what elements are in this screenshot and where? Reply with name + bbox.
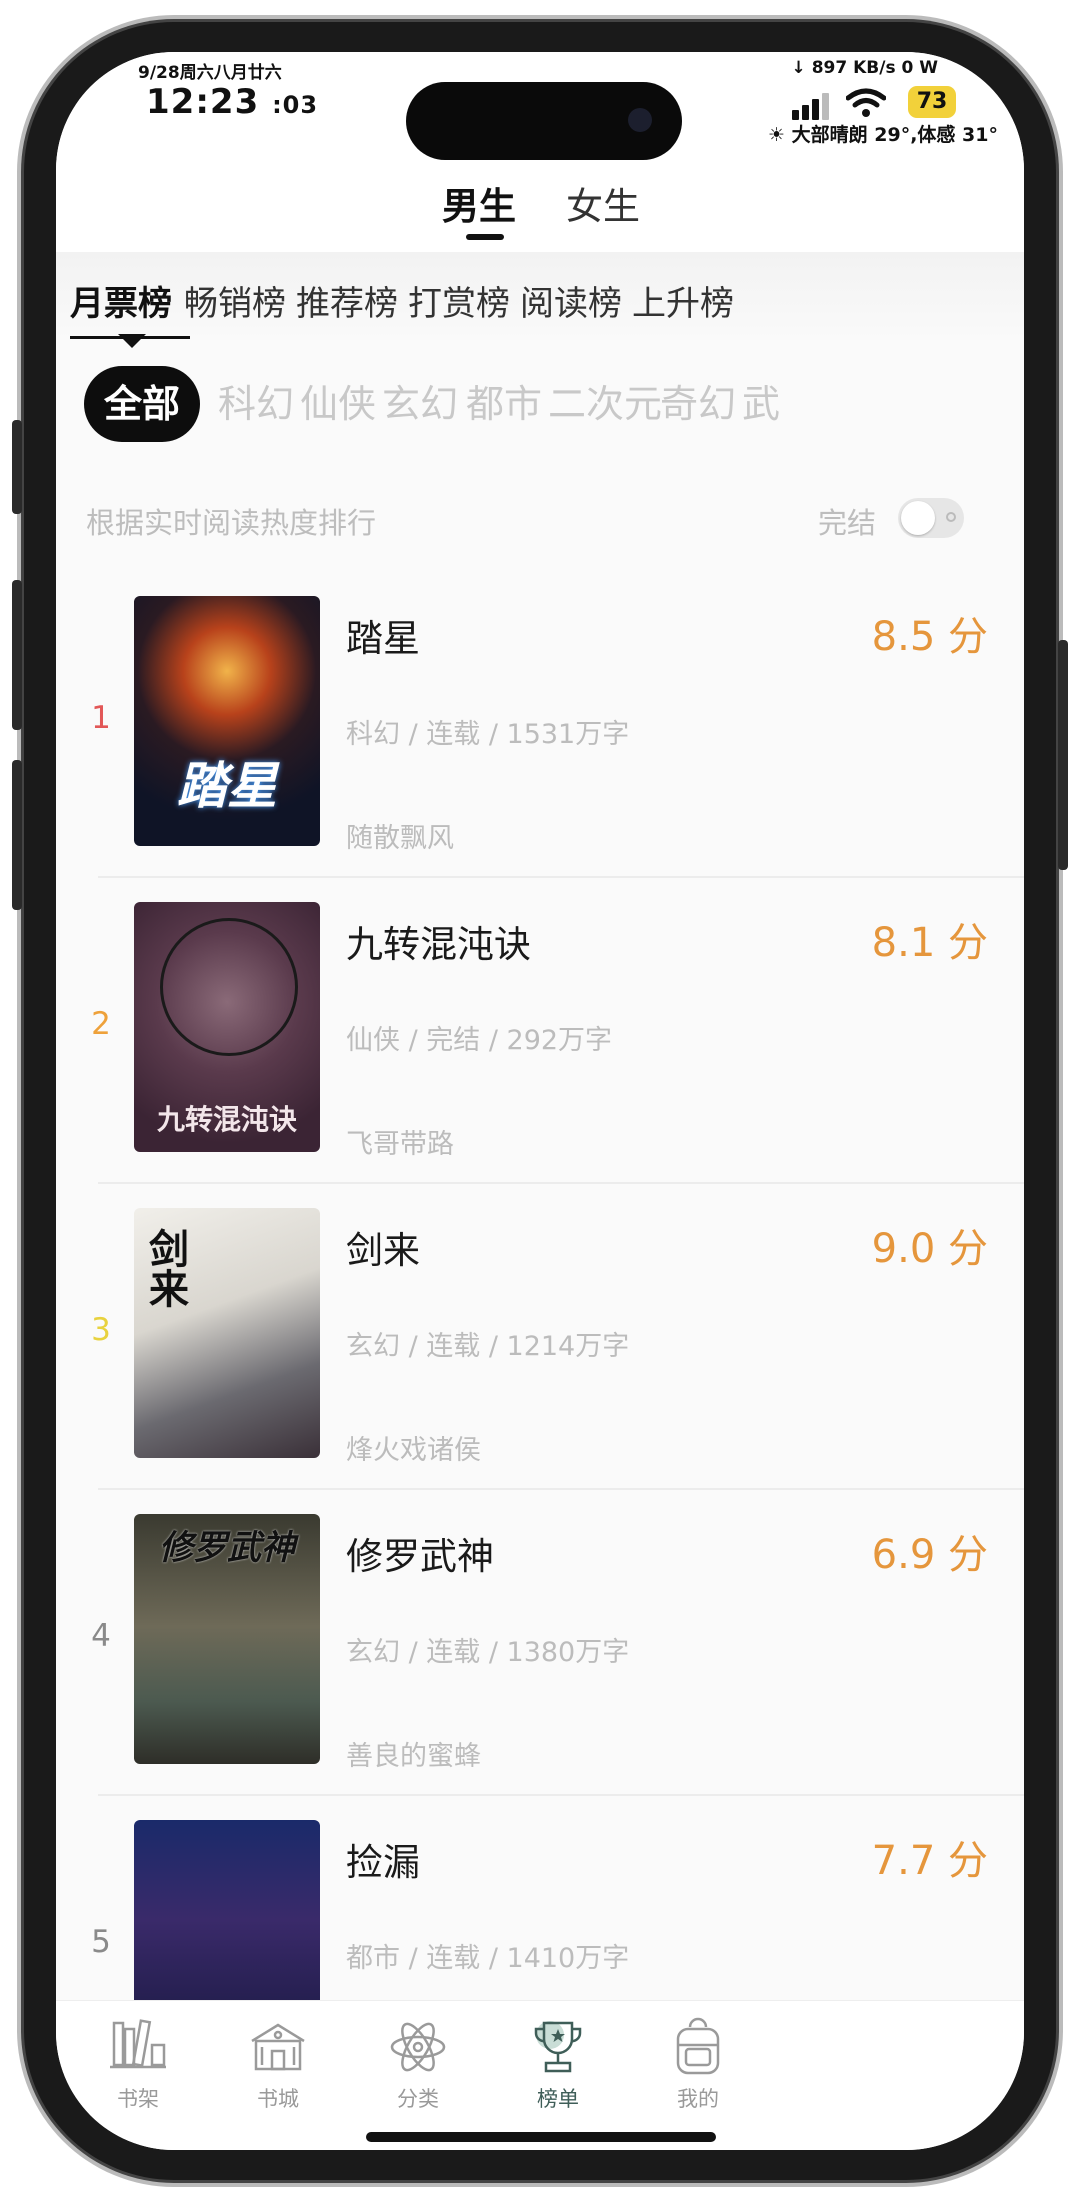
book-title: 修罗武神 <box>346 1535 494 1578</box>
book-cover[interactable] <box>134 1820 320 2002</box>
trophy-icon <box>534 2021 582 2073</box>
book-cover[interactable]: 九转混沌诀 <box>134 902 320 1152</box>
tab-tipping[interactable]: 打赏榜 <box>408 276 510 325</box>
tab-monthly-ticket[interactable]: 月票榜 <box>70 276 172 325</box>
signal-icon <box>792 92 832 120</box>
list-item[interactable]: 4 修罗武神 修罗武神 玄幻 / 连载 / 1380万字 善良的蜜蜂 6.9 分 <box>56 1490 1024 1796</box>
nav-bookshelf[interactable]: 书架 <box>68 2015 208 2113</box>
chip-xianxia[interactable]: 仙侠 <box>300 366 376 442</box>
chip-all[interactable]: 全部 <box>84 366 200 442</box>
status-date: 9/28周六八月廿六 <box>138 63 282 83</box>
tab-female[interactable]: 女生 <box>566 176 640 230</box>
book-cover[interactable]: 踏星 <box>134 596 320 846</box>
gender-tab-indicator <box>466 234 504 240</box>
book-score: 6.9 分 <box>871 1532 988 1578</box>
book-title: 踏星 <box>346 617 420 660</box>
battery-icon: 73 <box>908 86 956 118</box>
dynamic-island <box>406 82 682 160</box>
book-author: 飞哥带路 <box>346 1129 454 1160</box>
weather-text: ☀ 大部晴朗 29°,体感 31° <box>768 124 998 146</box>
book-author: 善良的蜜蜂 <box>346 1741 481 1772</box>
chip-fantasy[interactable]: 奇幻 <box>660 366 736 442</box>
book-meta: 玄幻 / 连载 / 1380万字 <box>346 1637 630 1668</box>
net-speed: ↓ 897 KB/s 0 W <box>791 58 938 78</box>
list-item[interactable]: 1 踏星 踏星 科幻 / 连载 / 1531万字 随散飘风 8.5 分 <box>56 572 1024 878</box>
list-item[interactable]: 2 九转混沌诀 九转混沌诀 仙侠 / 完结 / 292万字 飞哥带路 8.1 分 <box>56 878 1024 1184</box>
book-meta: 都市 / 连载 / 1410万字 <box>346 1943 630 1974</box>
book-score: 8.5 分 <box>871 614 988 660</box>
camera-icon <box>628 108 652 132</box>
book-author: 随散飘风 <box>346 823 454 854</box>
chip-acg[interactable]: 二次元 <box>548 366 662 442</box>
book-author: 烽火戏诸侯 <box>346 1435 481 1466</box>
rank-tab-caret-icon <box>118 334 146 348</box>
list-item[interactable]: 3 剑来 剑来 玄幻 / 连载 / 1214万字 烽火戏诸侯 9.0 分 <box>56 1184 1024 1490</box>
nav-label: 书城 <box>257 2087 299 2111</box>
tab-rising[interactable]: 上升榜 <box>632 276 734 325</box>
nav-profile[interactable]: 我的 <box>628 2015 768 2113</box>
toggle-knob <box>901 501 935 535</box>
rank-number: 1 <box>91 700 111 736</box>
atom-icon <box>390 2022 446 2072</box>
tab-male[interactable]: 男生 <box>442 176 516 230</box>
volume-down-button <box>12 760 22 910</box>
nav-label: 我的 <box>677 2087 719 2111</box>
rank-number: 5 <box>91 1924 111 1960</box>
status-time: 12:23 :03 <box>146 82 319 122</box>
cover-title: 剑来 <box>142 1228 189 1308</box>
book-title: 剑来 <box>346 1229 420 1272</box>
nav-ranking[interactable]: 榜单 <box>488 2015 628 2113</box>
tab-bestseller[interactable]: 畅销榜 <box>184 276 286 325</box>
chip-xuanhuan[interactable]: 玄幻 <box>382 366 458 442</box>
nav-label: 书架 <box>117 2087 159 2111</box>
nav-label: 分类 <box>397 2087 439 2111</box>
book-title: 捡漏 <box>346 1841 420 1884</box>
rank-tabs: 月票榜 畅销榜 推荐榜 打赏榜 阅读榜 上升榜 <box>56 252 1024 348</box>
status-bar: 9/28周六八月廿六 12:23 :03 ↓ 897 KB/s 0 W 73 ☀… <box>56 52 1024 164</box>
nav-label: 榜单 <box>537 2087 579 2111</box>
rank-number: 2 <box>91 1006 111 1042</box>
chip-urban[interactable]: 都市 <box>466 366 542 442</box>
tab-reading[interactable]: 阅读榜 <box>520 276 622 325</box>
volume-up-button <box>12 580 22 730</box>
backpack-icon <box>676 2017 720 2075</box>
chip-scifi[interactable]: 科幻 <box>218 366 294 442</box>
tab-recommended[interactable]: 推荐榜 <box>296 276 398 325</box>
book-score: 7.7 分 <box>871 1838 988 1884</box>
action-button <box>12 420 22 514</box>
book-meta: 仙侠 / 完结 / 292万字 <box>346 1025 613 1056</box>
cover-title: 踏星 <box>177 756 277 815</box>
rank-number: 3 <box>91 1312 111 1348</box>
list-item[interactable]: 5 捡漏 都市 / 连载 / 1410万字 7.7 分 <box>56 1796 1024 2002</box>
book-score: 9.0 分 <box>871 1226 988 1272</box>
rank-number: 4 <box>91 1618 111 1654</box>
cover-title: 九转混沌诀 <box>156 1103 297 1136</box>
book-score: 8.1 分 <box>871 920 988 966</box>
nav-bookstore[interactable]: 书城 <box>208 2015 348 2113</box>
gender-tabs: 男生 女生 <box>56 164 1024 252</box>
nav-category[interactable]: 分类 <box>348 2015 488 2113</box>
chip-martial[interactable]: 武 <box>742 366 780 442</box>
book-cover[interactable]: 修罗武神 <box>134 1514 320 1764</box>
genre-chips: 全部 科幻 仙侠 玄幻 都市 二次元 奇幻 武 <box>56 352 1024 442</box>
ranking-list: 1 踏星 踏星 科幻 / 连载 / 1531万字 随散飘风 8.5 分 2 九转… <box>56 572 1024 2002</box>
bookshelf-icon <box>110 2019 166 2069</box>
cover-title: 修罗武神 <box>159 1528 295 1568</box>
bookstore-icon <box>251 2023 305 2071</box>
screen: 9/28周六八月廿六 12:23 :03 ↓ 897 KB/s 0 W 73 ☀… <box>56 52 1024 2150</box>
bottom-nav: 书架 书城 分类 榜单 我的 <box>56 2000 1024 2150</box>
book-title: 九转混沌诀 <box>346 923 531 966</box>
home-indicator[interactable] <box>366 2132 716 2142</box>
book-meta: 科幻 / 连载 / 1531万字 <box>346 719 630 750</box>
power-button <box>1058 640 1068 870</box>
book-cover[interactable]: 剑来 <box>134 1208 320 1458</box>
toggle-off-icon <box>946 512 956 522</box>
ranking-hint: 根据实时阅读热度排行 <box>86 506 377 540</box>
completed-toggle[interactable] <box>898 498 964 538</box>
book-meta: 玄幻 / 连载 / 1214万字 <box>346 1331 630 1362</box>
completed-filter-label: 完结 <box>818 506 877 540</box>
